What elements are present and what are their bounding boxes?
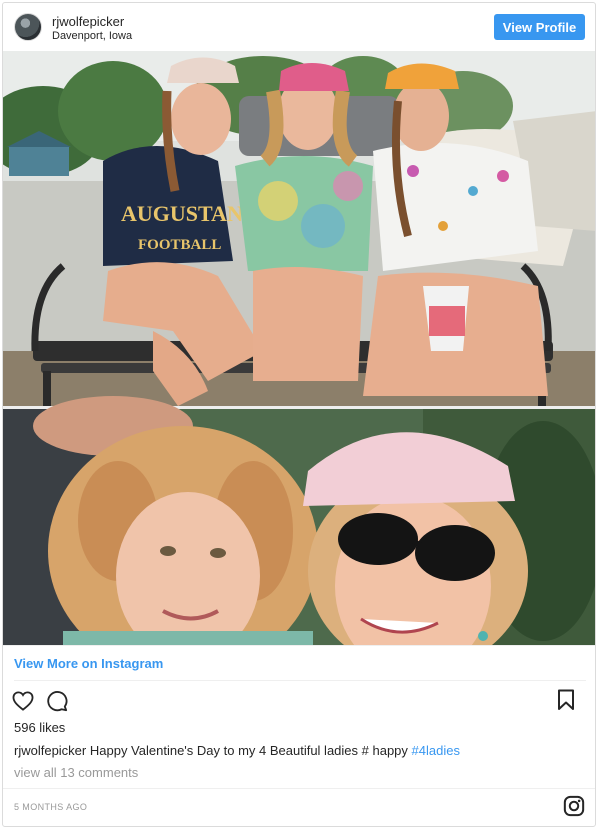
caption-username[interactable]: rjwolfepicker [14,743,86,758]
action-bar [11,689,69,713]
post-time[interactable]: 5 MONTHS AGO [14,802,87,812]
view-comments-link[interactable]: view all 13 comments [14,765,138,780]
view-profile-button[interactable]: View Profile [494,14,585,40]
avatar[interactable] [14,13,42,41]
divider [14,680,586,681]
shirt-text: AUGUSTAN [121,201,243,226]
shirt-text-2: FOOTBALL [138,237,221,253]
post-header: rjwolfepicker Davenport, Iowa View Profi… [3,3,595,51]
bottom-photo [3,396,595,645]
comment-icon[interactable] [45,689,69,713]
divider [3,788,595,789]
instagram-embed-card: rjwolfepicker Davenport, Iowa View Profi… [2,2,596,827]
top-photo: AUGUSTAN FOOTBALL [3,51,595,406]
caption-hashtag[interactable]: #4ladies [412,743,460,758]
divider [3,645,595,646]
bookmark-icon[interactable] [557,689,579,713]
post-photo[interactable]: AUGUSTAN FOOTBALL [3,51,595,645]
heart-icon[interactable] [11,689,35,713]
caption-text: Happy Valentine's Day to my 4 Beautiful … [86,743,412,758]
location[interactable]: Davenport, Iowa [52,30,132,42]
instagram-icon[interactable] [563,795,585,817]
caption: rjwolfepicker Happy Valentine's Day to m… [14,743,460,758]
username[interactable]: rjwolfepicker [52,14,124,29]
likes-count[interactable]: 596 likes [14,720,65,735]
view-more-link[interactable]: View More on Instagram [14,656,163,671]
